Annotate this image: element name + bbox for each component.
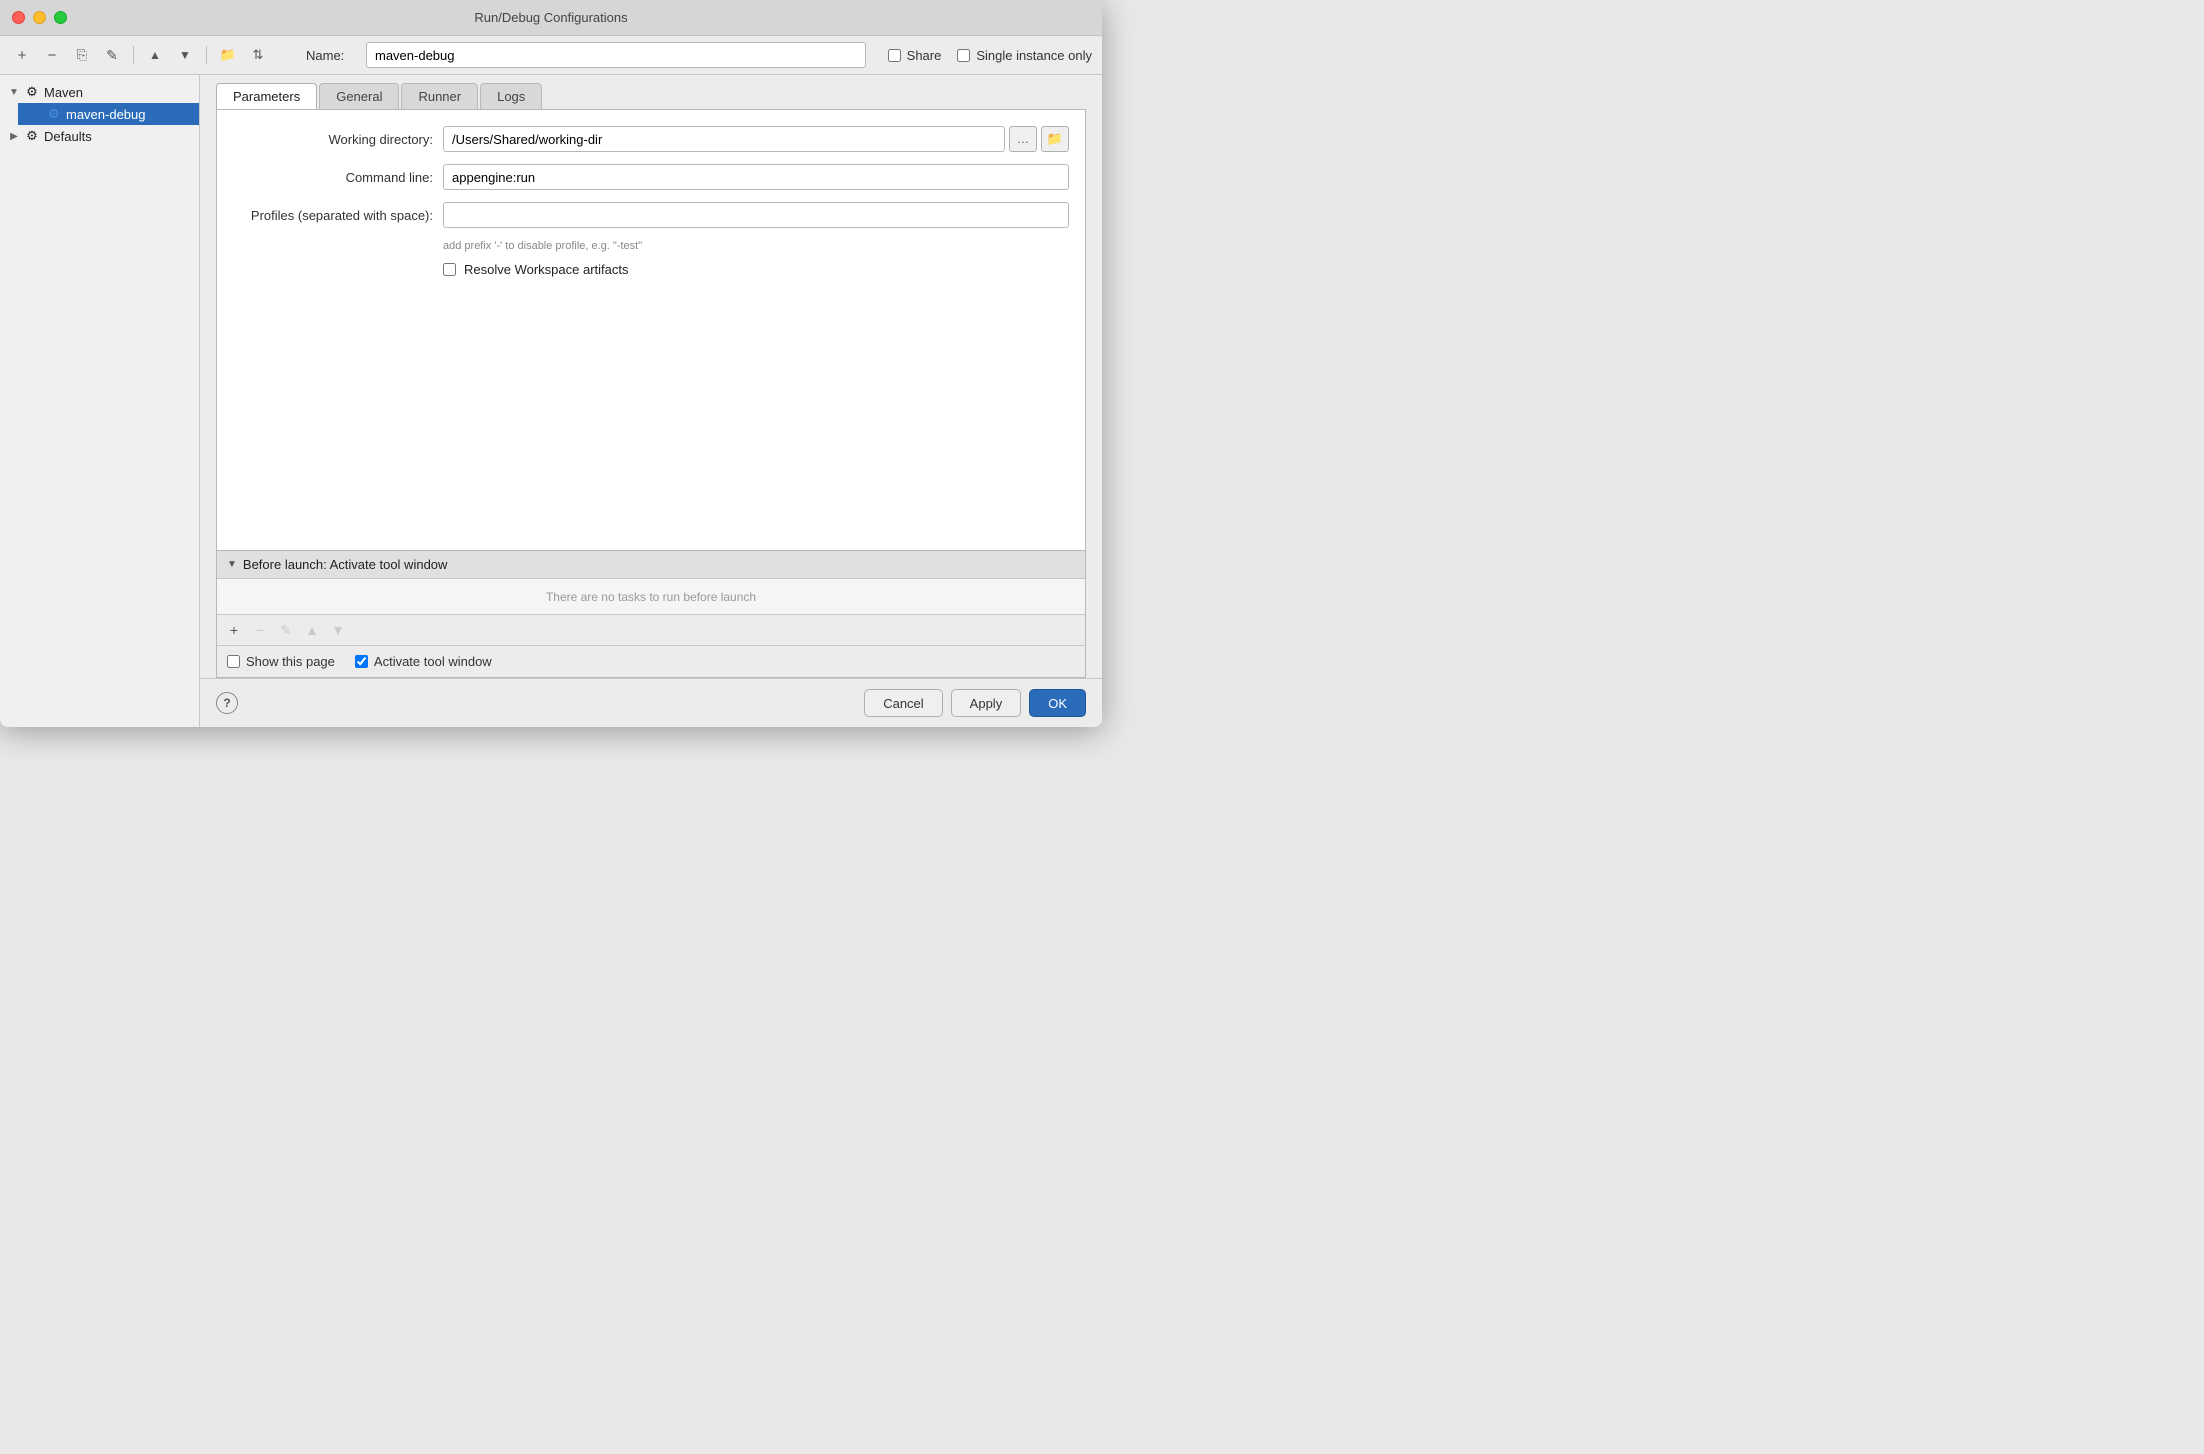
browse-dots-button[interactable]: … [1009, 126, 1037, 152]
profiles-input[interactable] [443, 202, 1069, 228]
activate-tool-window-label[interactable]: Activate tool window [355, 654, 492, 669]
tasks-empty-message: There are no tasks to run before launch [546, 590, 756, 604]
copy-config-button[interactable]: ⎘ [70, 43, 94, 67]
close-button[interactable] [12, 11, 25, 24]
resolve-artifacts-label: Resolve Workspace artifacts [464, 262, 629, 277]
command-line-label: Command line: [233, 170, 433, 185]
profiles-label: Profiles (separated with space): [233, 208, 433, 223]
maven-arrow: ▼ [8, 87, 20, 98]
maven-gear-icon: ⚙ [24, 84, 40, 100]
minimize-button[interactable] [33, 11, 46, 24]
profiles-hint: add prefix '-' to disable profile, e.g. … [443, 240, 1069, 252]
show-this-page-checkbox[interactable] [227, 655, 240, 668]
show-this-page-label[interactable]: Show this page [227, 654, 335, 669]
header-options: Share Single instance only [888, 48, 1092, 63]
tabs-bar: Parameters General Runner Logs [200, 75, 1102, 109]
before-launch-toolbar: + − ✎ ▲ ▼ [217, 615, 1085, 646]
bl-move-down-button[interactable]: ▼ [327, 619, 349, 641]
share-checkbox[interactable] [888, 49, 901, 62]
content-panel: Parameters General Runner Logs Working d… [200, 75, 1102, 727]
before-launch-section: ▼ Before launch: Activate tool window Th… [216, 551, 1086, 678]
footer-left: ? [216, 692, 238, 714]
main-window: Run/Debug Configurations + − ⎘ ✎ ▲ ▼ 📁 ⇅… [0, 0, 1102, 727]
move-down-button[interactable]: ▼ [173, 43, 197, 67]
toolbar-separator-1 [133, 46, 134, 64]
single-instance-label[interactable]: Single instance only [957, 48, 1092, 63]
command-line-row: Command line: [233, 164, 1069, 190]
sidebar-maven-debug-label: maven-debug [66, 107, 146, 122]
single-instance-label-text: Single instance only [976, 48, 1092, 63]
sidebar-item-maven-debug[interactable]: ⚙ maven-debug [18, 103, 199, 125]
defaults-gear-icon: ⚙ [24, 128, 40, 144]
command-line-input[interactable] [443, 164, 1069, 190]
bl-remove-button[interactable]: − [249, 619, 271, 641]
share-label[interactable]: Share [888, 48, 942, 63]
tab-runner[interactable]: Runner [401, 83, 478, 109]
sidebar-maven-label: Maven [44, 85, 83, 100]
traffic-lights [12, 11, 67, 24]
titlebar: Run/Debug Configurations [0, 0, 1102, 36]
name-field-label: Name: [306, 48, 356, 63]
defaults-arrow: ▶ [8, 131, 20, 142]
show-this-page-text: Show this page [246, 654, 335, 669]
main-body: ▼ ⚙ Maven ⚙ maven-debug ▶ ⚙ Defaults Par… [0, 75, 1102, 727]
activate-tool-window-checkbox[interactable] [355, 655, 368, 668]
before-launch-title: Before launch: Activate tool window [243, 557, 448, 572]
edit-config-button[interactable]: ✎ [100, 43, 124, 67]
before-launch-header[interactable]: ▼ Before launch: Activate tool window [217, 551, 1085, 579]
sidebar: ▼ ⚙ Maven ⚙ maven-debug ▶ ⚙ Defaults [0, 75, 200, 727]
form-panel: Working directory: … 📁 Command line: Pro… [216, 109, 1086, 551]
tab-logs[interactable]: Logs [480, 83, 542, 109]
footer: ? Cancel Apply OK [200, 678, 1102, 727]
help-button[interactable]: ? [216, 692, 238, 714]
remove-config-button[interactable]: − [40, 43, 64, 67]
working-directory-input-group: … 📁 [443, 126, 1069, 152]
profiles-row: Profiles (separated with space): [233, 202, 1069, 228]
bl-move-up-button[interactable]: ▲ [301, 619, 323, 641]
working-directory-input[interactable] [443, 126, 1005, 152]
tab-parameters[interactable]: Parameters [216, 83, 317, 109]
sidebar-item-maven[interactable]: ▼ ⚙ Maven [0, 81, 199, 103]
sort-button[interactable]: ⇅ [246, 43, 270, 67]
folder-button[interactable]: 📁 [216, 43, 240, 67]
bottom-checkboxes: Show this page Activate tool window [217, 646, 1085, 677]
working-directory-row: Working directory: … 📁 [233, 126, 1069, 152]
sidebar-defaults-label: Defaults [44, 129, 92, 144]
before-launch-arrow: ▼ [227, 559, 237, 570]
maven-debug-gear-icon: ⚙ [46, 106, 62, 122]
window-title: Run/Debug Configurations [474, 10, 627, 25]
bl-add-button[interactable]: + [223, 619, 245, 641]
footer-right: Cancel Apply OK [864, 689, 1086, 717]
bl-edit-button[interactable]: ✎ [275, 619, 297, 641]
move-up-button[interactable]: ▲ [143, 43, 167, 67]
apply-button[interactable]: Apply [951, 689, 1022, 717]
activate-tool-window-text: Activate tool window [374, 654, 492, 669]
cancel-button[interactable]: Cancel [864, 689, 942, 717]
ok-button[interactable]: OK [1029, 689, 1086, 717]
share-label-text: Share [907, 48, 942, 63]
working-directory-label: Working directory: [233, 132, 433, 147]
maximize-button[interactable] [54, 11, 67, 24]
tasks-area: There are no tasks to run before launch [217, 579, 1085, 615]
name-input[interactable] [366, 42, 866, 68]
browse-folder-button[interactable]: 📁 [1041, 126, 1069, 152]
sidebar-item-defaults[interactable]: ▶ ⚙ Defaults [0, 125, 199, 147]
resolve-artifacts-row: Resolve Workspace artifacts [443, 262, 1069, 277]
single-instance-checkbox[interactable] [957, 49, 970, 62]
resolve-artifacts-checkbox[interactable] [443, 263, 456, 276]
tab-general[interactable]: General [319, 83, 399, 109]
toolbar-separator-2 [206, 46, 207, 64]
add-config-button[interactable]: + [10, 43, 34, 67]
